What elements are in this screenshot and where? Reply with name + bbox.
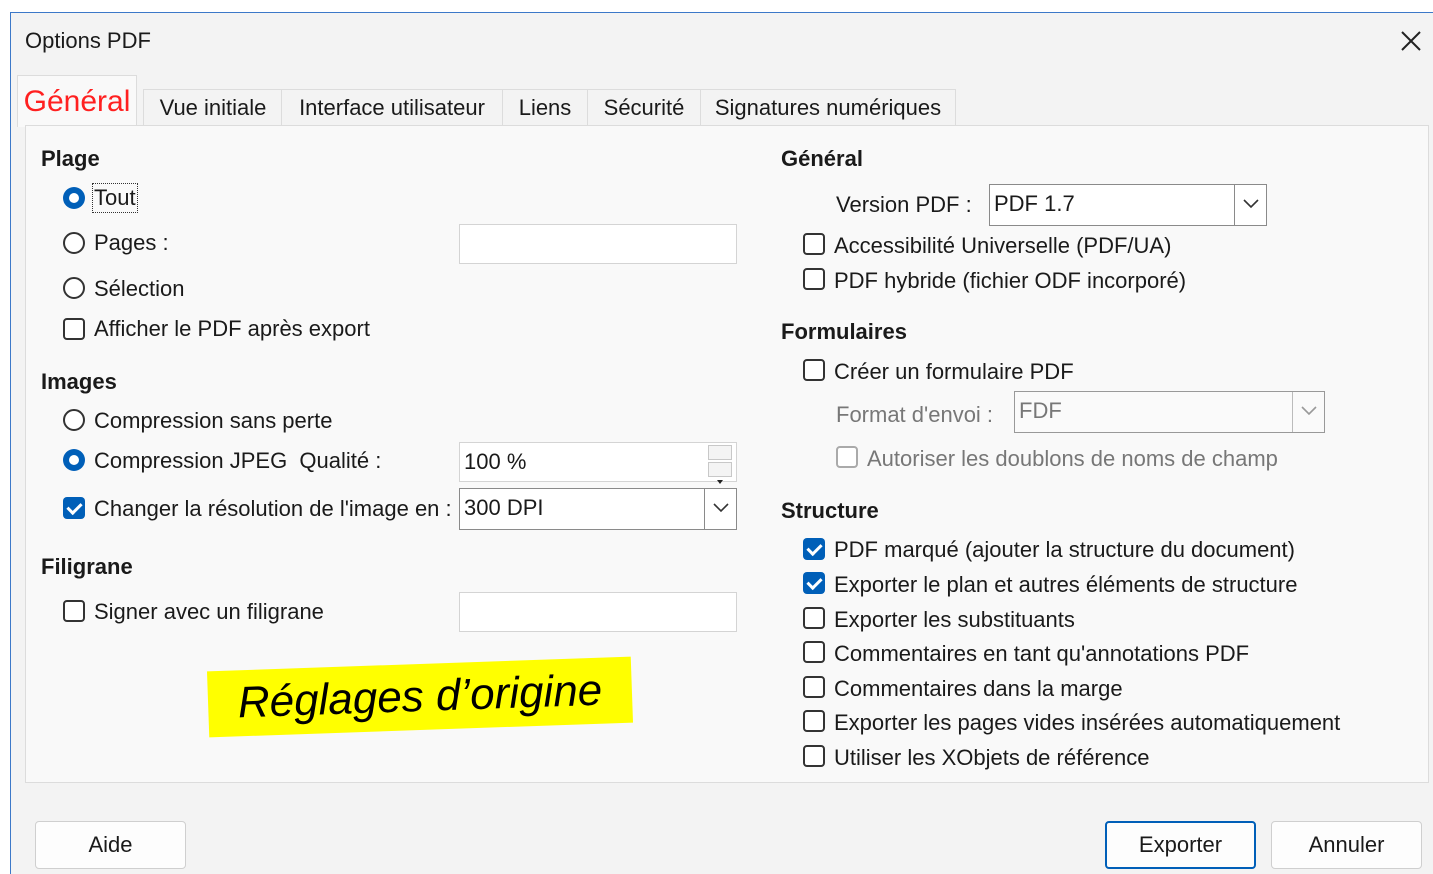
hybrid-label: PDF hybride (fichier ODF incorporé) [834,268,1187,293]
checkbox-export-outline[interactable] [803,572,825,594]
radio-all-label: Tout [92,183,138,213]
checkbox-tagged-pdf[interactable] [803,538,825,560]
checkbox-comments-margin[interactable] [803,676,825,698]
radio-selection-label: Sélection [94,276,185,301]
checkbox-export-placeholders[interactable] [803,607,825,629]
spin-up-button[interactable] [708,445,732,468]
reduce-resolution-label: Changer la résolution de l'image en : [94,496,452,521]
structure-title: Structure [781,498,879,523]
pages-input[interactable] [459,224,737,264]
structure-item-label: Exporter les pages vides insérées automa… [834,710,1341,735]
watermark-title: Filigrane [41,554,133,579]
radio-jpeg[interactable] [63,449,85,471]
close-icon [1401,31,1421,51]
pdf-version-label: Version PDF : [836,192,972,217]
jpeg-quality-spinbox[interactable]: 100 % [459,442,737,484]
close-button[interactable] [1389,19,1433,63]
radio-lossless-label: Compression sans perte [94,408,333,433]
tab-security[interactable]: Sécurité [587,89,701,125]
resolution-dropdown-toggle[interactable] [704,489,736,529]
general-title: Général [781,146,863,171]
chevron-down-icon [1243,199,1259,209]
submit-format-label: Format d'envoi : [836,402,994,427]
tab-initial-view[interactable]: Vue initiale [143,89,283,125]
window-title: Options PDF [25,28,151,53]
chevron-down-icon [713,503,729,513]
radio-jpeg-label: Compression JPEG Qualité : [94,448,382,473]
radio-all[interactable] [63,187,85,209]
checkbox-blank-pages[interactable] [803,710,825,732]
pdf-version-dropdown-toggle[interactable] [1234,185,1266,225]
images-title: Images [41,369,117,394]
submit-format-dropdown[interactable]: FDF [1014,391,1325,433]
radio-pages[interactable] [63,232,85,254]
cancel-button[interactable]: Annuler [1271,821,1422,869]
show-after-export-label: Afficher le PDF après export [94,316,370,341]
tab-user-interface[interactable]: Interface utilisateur [281,89,503,125]
export-button[interactable]: Exporter [1105,821,1256,869]
chevron-down-icon [1301,406,1317,416]
pdf-version-dropdown[interactable]: PDF 1.7 [989,184,1267,226]
checkbox-comments-annotations[interactable] [803,641,825,663]
help-button[interactable]: Aide [35,821,186,869]
radio-selection[interactable] [63,277,85,299]
submit-format-dropdown-toggle[interactable] [1292,392,1324,432]
allow-duplicates-label: Autoriser les doublons de noms de champ [867,446,1278,471]
tab-general[interactable]: Général [17,75,137,127]
pdf-options-dialog: Options PDF Général Vue initiale Interfa… [10,12,1433,874]
checkbox-show-after-export[interactable] [63,318,85,340]
spin-down-button[interactable] [708,462,732,484]
radio-lossless[interactable] [63,409,85,431]
radio-pages-label: Pages : [94,230,169,255]
submit-format-value: FDF [1019,398,1062,423]
structure-item-label: PDF marqué (ajouter la structure du docu… [834,537,1295,562]
sign-watermark-label: Signer avec un filigrane [94,599,324,624]
pdf-version-value: PDF 1.7 [994,191,1075,216]
checkbox-reduce-resolution[interactable] [63,497,85,519]
structure-item-label: Commentaires dans la marge [834,676,1123,701]
watermark-input[interactable] [459,592,737,632]
structure-item-label: Commentaires en tant qu'annotations PDF [834,641,1250,666]
resolution-value: 300 DPI [464,495,544,520]
forms-title: Formulaires [781,319,907,344]
create-form-label: Créer un formulaire PDF [834,359,1074,384]
checkbox-hybrid[interactable] [803,268,825,290]
checkbox-sign-watermark[interactable] [63,600,85,622]
resolution-dropdown[interactable]: 300 DPI [459,488,737,530]
structure-item-label: Exporter les substituants [834,607,1075,632]
checkbox-allow-duplicates[interactable] [836,446,858,468]
pdfua-label: Accessibilité Universelle (PDF/UA) [834,233,1172,258]
tab-digital-signatures[interactable]: Signatures numériques [700,89,956,125]
quality-spinner[interactable] [708,445,734,484]
structure-item-label: Utiliser les XObjets de référence [834,745,1150,770]
checkbox-create-form[interactable] [803,359,825,381]
checkbox-reference-xobjects[interactable] [803,745,825,767]
jpeg-quality-value: 100 % [464,449,527,474]
title-bar: Options PDF [11,13,1433,69]
range-title: Plage [41,146,100,171]
checkbox-pdfua[interactable] [803,233,825,255]
tab-links[interactable]: Liens [502,89,588,125]
structure-item-label: Exporter le plan et autres éléments de s… [834,572,1298,597]
